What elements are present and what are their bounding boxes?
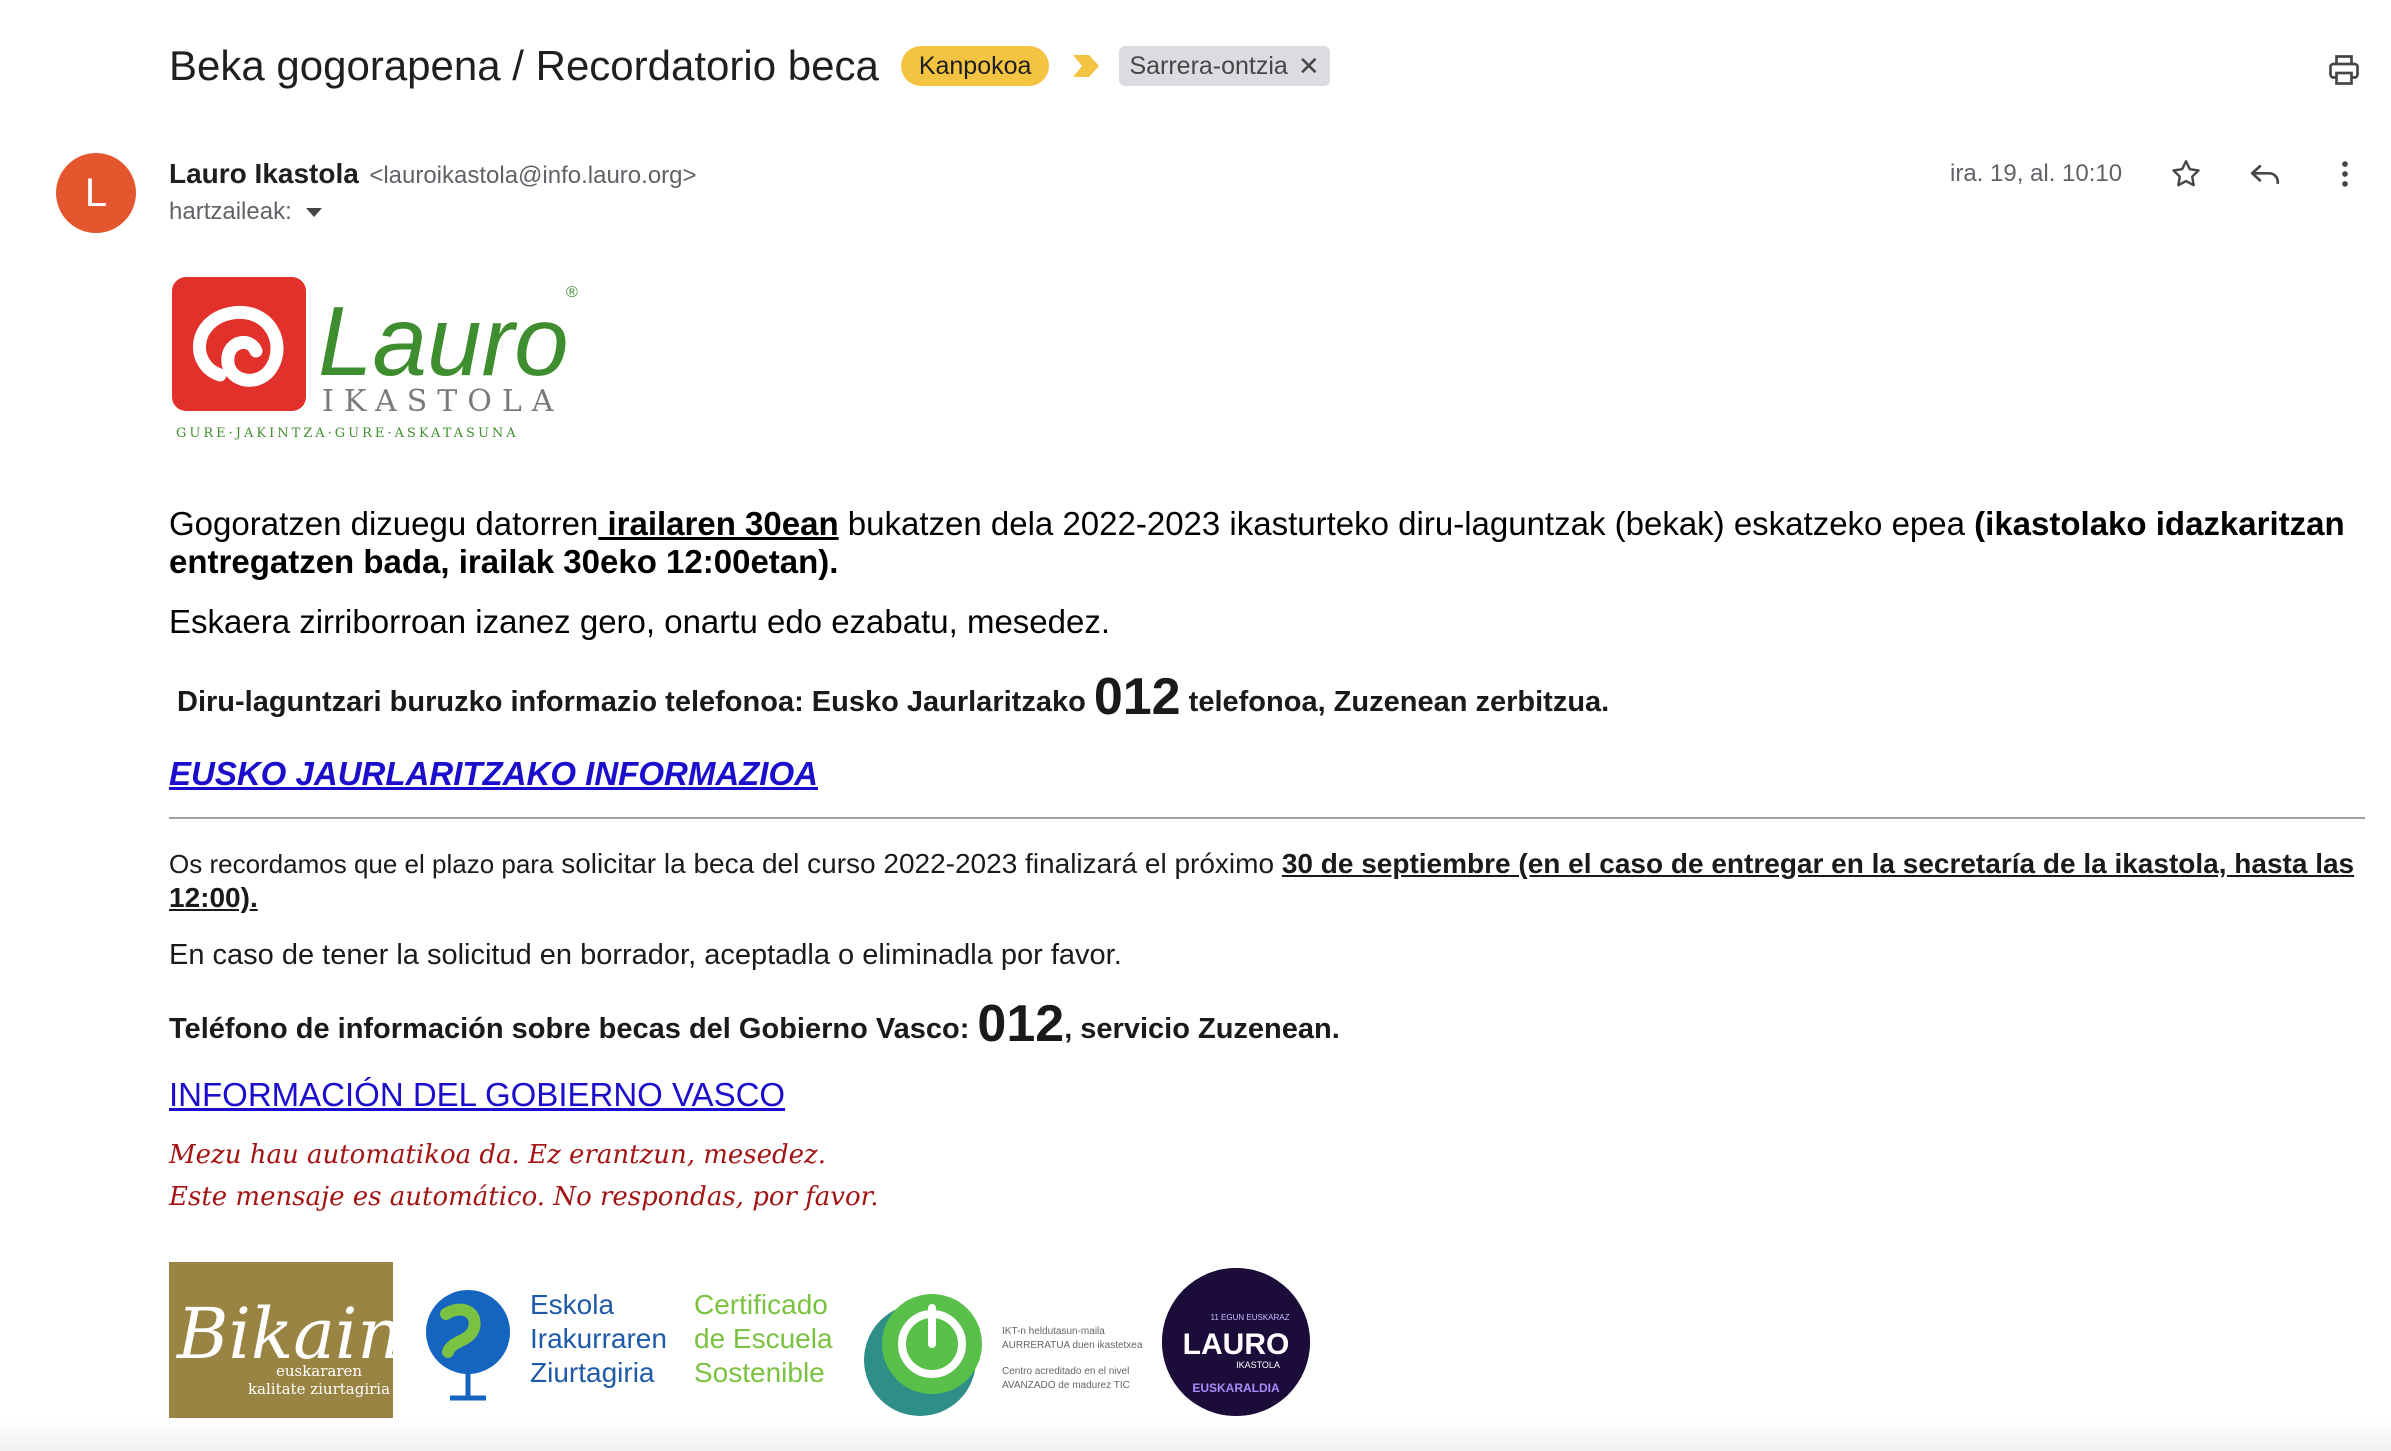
ikt-line-3: Centro acreditado en el nivel <box>1002 1366 1129 1377</box>
eskola-line-1: Eskola <box>530 1289 614 1320</box>
remove-label-icon[interactable]: ✕ <box>1298 51 1320 81</box>
basque-government-info-link-es[interactable]: INFORMACIÓN DEL GOBIERNO VASCO <box>169 1076 785 1114</box>
text-segment: Gogoratzen dizuegu datorren <box>169 505 599 542</box>
eskola-line-3: Ziurtagiria <box>530 1357 655 1388</box>
reminder-paragraph-es: Os recordamos que el plazo para solicita… <box>169 847 2369 915</box>
text-segment: telefonoa, Zuzenean zerbitzua. <box>1180 686 1610 718</box>
auto-message-eu: Mezu hau automatikoa da. Ez erantzun, me… <box>169 1140 827 1170</box>
phone-info-es: Teléfono de información sobre becas del … <box>169 994 2369 1054</box>
more-options-button[interactable] <box>2325 154 2365 194</box>
sender-avatar[interactable]: L <box>56 153 136 233</box>
printer-icon <box>2329 55 2359 85</box>
inbox-label-chip[interactable]: Sarrera-ontzia ✕ <box>1119 46 1330 86</box>
logo-sub-text: IKASTOLA <box>322 384 563 419</box>
recipients-toggle[interactable]: hartzaileak: <box>169 198 322 226</box>
sender-info: Lauro Ikastola <lauroikastola@info.lauro… <box>169 158 697 190</box>
bikain-sub-1: euskararen <box>276 1362 362 1380</box>
draft-note-es: En caso de tener la solicitud en borrado… <box>169 939 1122 971</box>
more-vertical-icon <box>2342 161 2348 187</box>
euskara-sub-text: IKASTOLA <box>1236 1360 1280 1370</box>
euskara-top-text: 11 EGUN EUSKARAZ <box>1211 1313 1290 1322</box>
cert-line-2: de Escuela <box>694 1323 833 1354</box>
euskara-brand-text: LAURO <box>1183 1328 1290 1361</box>
cert-line-1: Certificado <box>694 1289 828 1320</box>
inbox-label-text: Sarrera-ontzia <box>1129 52 1288 80</box>
deadline-date-eu: irailaren 30ean <box>598 505 839 542</box>
ikt-line-2: AURRERATUA duen ikastetxea <box>1002 1340 1143 1351</box>
draft-note-eu: Eskaera zirriborroan izanez gero, onartu… <box>169 603 1111 640</box>
email-subject: Beka gogorapena / Recordatorio beca <box>169 42 879 89</box>
text-segment: Os recordamos que el plazo para <box>169 849 554 879</box>
euskaraldia-logo: 11 EGUN EUSKARAZ LAURO IKASTOLA EUSKARAL… <box>1162 1268 1310 1416</box>
bottom-scroll-shadow <box>0 1420 2391 1451</box>
reminder-paragraph-eu: Gogoratzen dizuegu datorren irailaren 30… <box>169 505 2369 581</box>
logo-tagline: GURE·JAKINTZA·GURE·ASKATASUNA <box>176 426 519 441</box>
text-segment: solicitar la beca del curso 2022-2023 fi… <box>553 848 1282 879</box>
text-segment: Teléfono de información sobre becas del … <box>169 1013 978 1045</box>
star-icon <box>2172 160 2200 187</box>
euskara-bottom-text: EUSKARALDIA <box>1192 1381 1280 1395</box>
sender-name[interactable]: Lauro Ikastola <box>169 158 359 189</box>
eskola-line-2: Irakurraren <box>530 1323 667 1354</box>
language-divider <box>169 817 2365 819</box>
text-segment: , servicio Zuzenean. <box>1064 1013 1340 1045</box>
lauro-ikastola-logo: Lauro ® IKASTOLA GURE·JAKINTZA·GURE·ASKA… <box>170 275 590 445</box>
basque-government-info-link-eu[interactable]: EUSKO JAURLARITZAKO INFORMAZIOA <box>169 755 818 793</box>
subject-row: Beka gogorapena / Recordatorio beca Kanp… <box>169 38 1330 94</box>
phone-info-eu: Diru-laguntzari buruzko informazio telef… <box>169 667 2369 727</box>
sender-email: <lauroikastola@info.lauro.org> <box>369 162 697 189</box>
ikt-maturity-logo: IKT-n heldutasun-maila AURRERATUA duen i… <box>862 1292 1152 1418</box>
chevron-down-icon <box>305 207 322 217</box>
phone-number-eu: 012 <box>1093 668 1181 726</box>
cert-line-3: Sostenible <box>694 1357 825 1388</box>
recipients-label: hartzaileak: <box>169 198 292 225</box>
print-button[interactable] <box>2326 52 2362 88</box>
bikain-certificate-logo: Bikain euskararen kalitate ziurtagiria <box>169 1262 402 1418</box>
reply-icon <box>2250 164 2280 184</box>
reply-button[interactable] <box>2245 154 2285 194</box>
email-view: Beka gogorapena / Recordatorio beca Kanp… <box>0 0 2391 1451</box>
logo-registered-mark: ® <box>566 284 578 301</box>
email-body: Gogoratzen dizuegu datorren irailaren 30… <box>169 505 2369 1218</box>
eskola-iraukorraren-logo: Eskola Irakurraren Ziurtagiria Certifica… <box>422 1278 842 1416</box>
bikain-sub-2: kalitate ziurtagiria <box>248 1380 390 1398</box>
star-button[interactable] <box>2166 154 2206 194</box>
text-segment: Diru-laguntzari buruzko informazio telef… <box>177 686 1094 718</box>
auto-message-es: Este mensaje es automático. No respondas… <box>169 1182 879 1212</box>
external-badge: Kanpokoa <box>900 46 1050 86</box>
email-date: ira. 19, al. 10:10 <box>1950 160 2123 187</box>
logo-brand-text: Lauro <box>318 286 569 396</box>
ikt-line-4: AVANZADO de madurez TIC <box>1002 1380 1130 1391</box>
phone-number-es: 012 <box>977 995 1065 1053</box>
text-segment: bukatzen dela 2022-2023 ikasturteko diru… <box>838 505 1975 542</box>
ikt-line-1: IKT-n heldutasun-maila <box>1002 1326 1105 1337</box>
importance-marker-icon[interactable] <box>1073 55 1100 77</box>
